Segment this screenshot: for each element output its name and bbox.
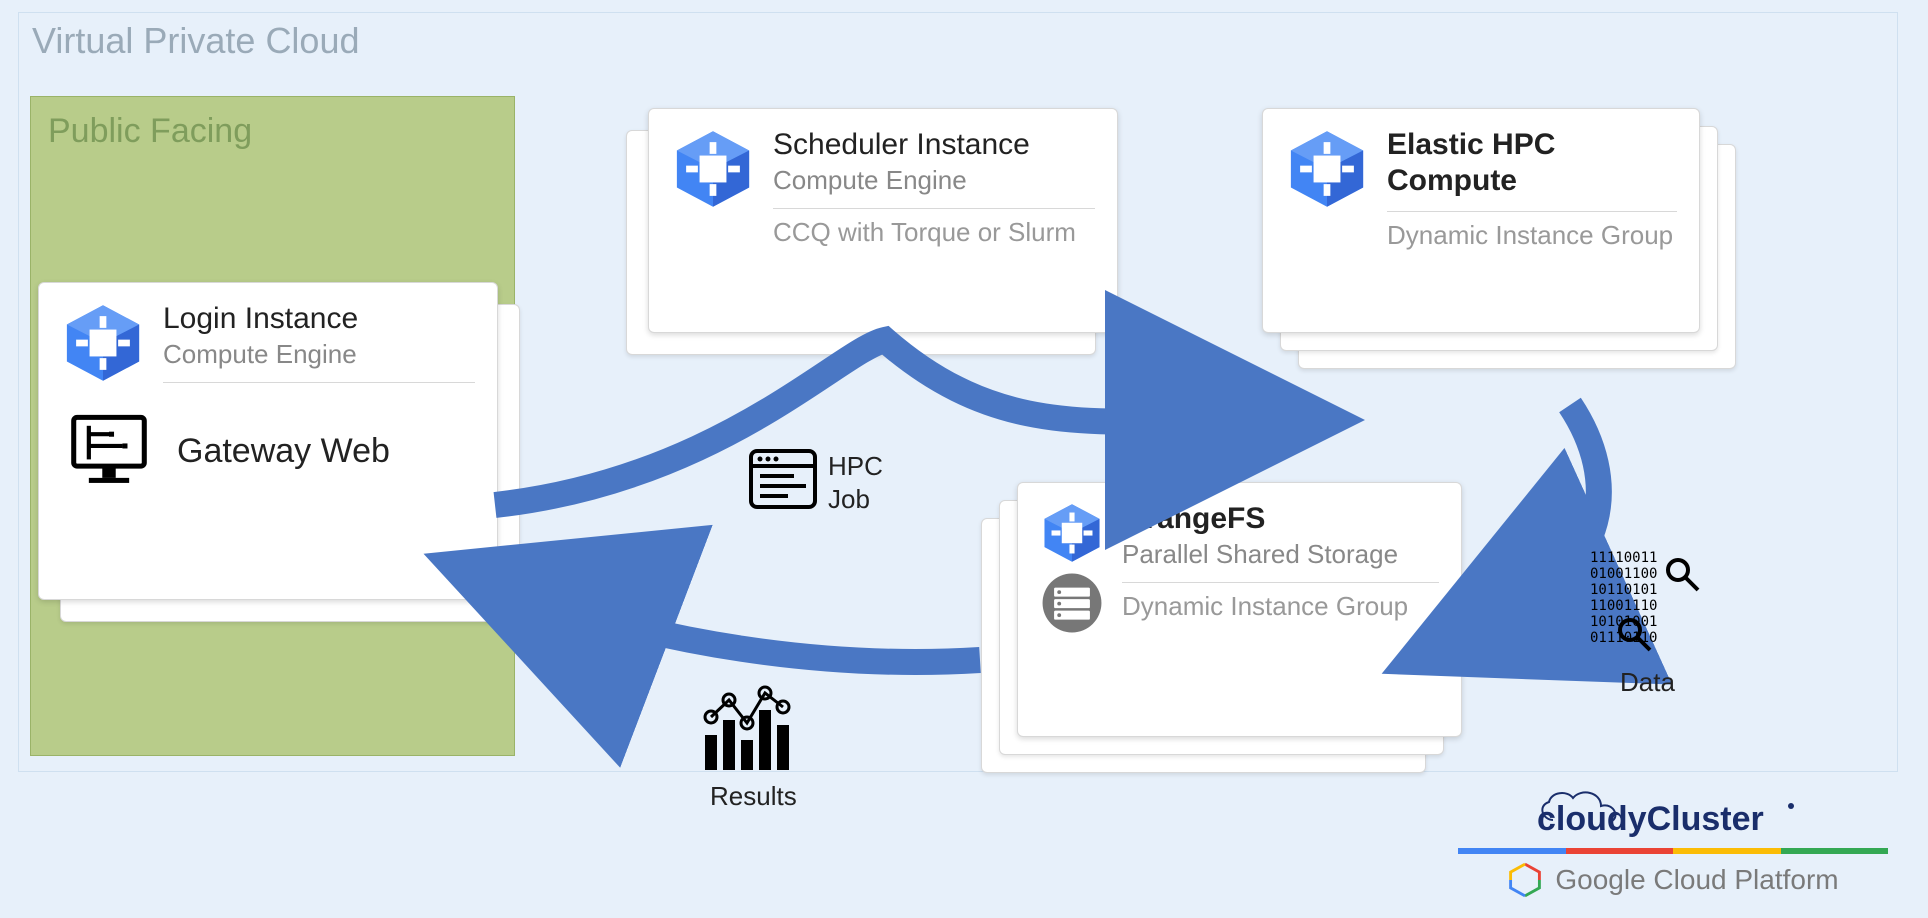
divider <box>773 208 1095 209</box>
svg-text:cloudyCluster: cloudyCluster <box>1537 800 1764 838</box>
gcp-logo-row: Google Cloud Platform <box>1507 862 1838 898</box>
svg-text:01001100: 01001100 <box>1590 566 1657 582</box>
public-facing-title: Public Facing <box>48 112 252 151</box>
cloudycluster-logo: cloudyCluster <box>1523 786 1823 840</box>
orangefs-footer: Dynamic Instance Group <box>1122 591 1439 622</box>
svg-text:11001110: 11001110 <box>1590 598 1657 614</box>
scheduler-card: Scheduler Instance Compute Engine CCQ wi… <box>648 108 1118 333</box>
elastic-card: Elastic HPC Compute Dynamic Instance Gro… <box>1262 108 1700 333</box>
data-label: Data <box>1620 666 1675 699</box>
compute-engine-icon <box>671 127 755 211</box>
svg-text:11110011: 11110011 <box>1590 550 1657 566</box>
orangefs-subtitle: Parallel Shared Storage <box>1122 539 1439 570</box>
hpc-job-label: HPC Job <box>828 450 883 515</box>
login-title: Login Instance <box>163 301 475 337</box>
orangefs-card: OrangeFS Parallel Shared Storage Dynamic… <box>1017 482 1462 737</box>
storage-icon <box>1040 571 1104 635</box>
orangefs-title: OrangeFS <box>1122 501 1439 537</box>
scheduler-footer: CCQ with Torque or Slurm <box>773 217 1095 248</box>
window-icon <box>748 448 818 510</box>
divider <box>163 382 475 383</box>
gcp-color-bar <box>1458 848 1888 854</box>
elastic-footer: Dynamic Instance Group <box>1387 220 1677 251</box>
elastic-title: Elastic HPC Compute <box>1387 127 1677 199</box>
divider <box>1122 582 1439 583</box>
scheduler-subtitle: Compute Engine <box>773 165 1095 196</box>
binary-data-icon: 11110011 01001100 10110101 11001110 1010… <box>1590 548 1710 658</box>
results-label: Results <box>710 780 797 813</box>
gcp-hex-icon <box>1507 862 1543 898</box>
branding-block: cloudyCluster Google Cloud Platform <box>1458 786 1888 898</box>
compute-engine-icon <box>61 301 145 385</box>
gateway-label: Gateway Web <box>177 431 390 472</box>
compute-engine-icon <box>1040 501 1104 565</box>
monitor-icon <box>67 409 151 493</box>
compute-engine-icon <box>1285 127 1369 211</box>
login-instance-card: Login Instance Compute Engine Gateway We… <box>38 282 498 600</box>
gcp-label: Google Cloud Platform <box>1555 864 1838 896</box>
chart-icon <box>697 685 807 775</box>
divider <box>1387 211 1677 212</box>
svg-text:10110101: 10110101 <box>1590 582 1657 598</box>
login-subtitle: Compute Engine <box>163 339 475 370</box>
vpc-title: Virtual Private Cloud <box>32 20 360 62</box>
scheduler-title: Scheduler Instance <box>773 127 1095 163</box>
